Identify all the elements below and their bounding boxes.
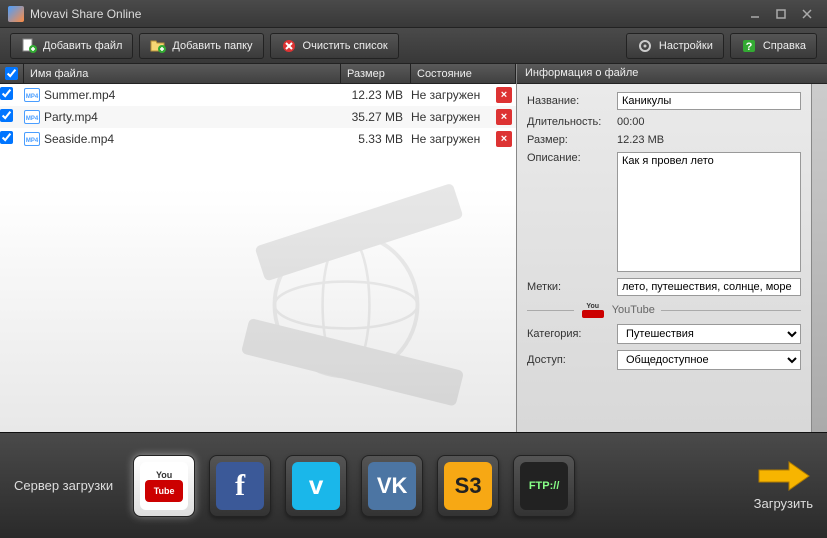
mp4-icon: MP4 <box>24 132 40 146</box>
header-name[interactable]: Имя файла <box>24 64 341 83</box>
info-header: Информация о файле <box>517 64 827 84</box>
upload-arrow-icon <box>755 460 811 492</box>
server-vimeo-button[interactable]: v <box>285 455 347 517</box>
file-size: 12.23 MB <box>341 88 411 102</box>
file-checkbox[interactable] <box>0 87 13 100</box>
info-panel: Информация о файле Название: Длительност… <box>517 64 827 432</box>
access-select[interactable]: Общедоступное <box>617 350 801 370</box>
youtube-mini-icon: You <box>580 302 606 318</box>
header-check[interactable] <box>0 64 24 83</box>
s3-icon: S3 <box>444 462 492 510</box>
ftp-icon: FTP:// <box>520 462 568 510</box>
delete-file-button[interactable]: × <box>496 87 512 103</box>
settings-button[interactable]: Настройки <box>626 33 724 59</box>
tags-label: Метки: <box>527 281 609 293</box>
server-ftp-button[interactable]: FTP:// <box>513 455 575 517</box>
table-row[interactable]: MP4 Party.mp4 35.27 MB Не загружен × <box>0 106 516 128</box>
server-facebook-button[interactable]: f <box>209 455 271 517</box>
upload-button[interactable]: Загрузить <box>754 460 813 511</box>
category-label: Категория: <box>527 328 609 340</box>
file-list: MP4 Summer.mp4 12.23 MB Не загружен × MP4 P… <box>0 84 516 432</box>
svg-text:?: ? <box>745 41 752 53</box>
add-file-button[interactable]: Добавить файл <box>10 33 133 59</box>
settings-label: Настройки <box>659 40 713 52</box>
help-icon: ? <box>741 38 757 54</box>
add-file-icon <box>21 38 37 54</box>
clear-list-button[interactable]: Очистить список <box>270 33 399 59</box>
server-s3-button[interactable]: S3 <box>437 455 499 517</box>
duration-label: Длительность: <box>527 116 609 128</box>
info-scrollbar[interactable] <box>811 84 827 432</box>
gear-icon <box>637 38 653 54</box>
file-status: Не загружен <box>411 110 480 124</box>
youtube-section-divider: You YouTube <box>527 302 801 318</box>
help-label: Справка <box>763 40 806 52</box>
facebook-icon: f <box>216 462 264 510</box>
vimeo-icon: v <box>292 462 340 510</box>
file-name: Summer.mp4 <box>44 88 115 102</box>
file-name: Party.mp4 <box>44 110 98 124</box>
file-checkbox[interactable] <box>0 109 13 122</box>
file-status: Не загружен <box>411 132 480 146</box>
close-button[interactable] <box>795 5 819 23</box>
info-body: Название: Длительность: 00:00 Размер: 12… <box>517 84 811 432</box>
clear-list-label: Очистить список <box>303 40 388 52</box>
access-label: Доступ: <box>527 354 609 366</box>
watermark-image <box>216 162 476 422</box>
youtube-section-label: YouTube <box>612 304 655 316</box>
title-input[interactable] <box>617 92 801 110</box>
vk-icon: VK <box>368 462 416 510</box>
app-icon <box>8 6 24 22</box>
duration-value: 00:00 <box>617 116 801 128</box>
tags-input[interactable] <box>617 278 801 296</box>
header-status[interactable]: Состояние <box>411 64 516 83</box>
server-label: Сервер загрузки <box>14 478 113 493</box>
delete-file-button[interactable]: × <box>496 109 512 125</box>
minimize-button[interactable] <box>743 5 767 23</box>
upload-label: Загрузить <box>754 496 813 511</box>
size-value: 12.23 MB <box>617 134 801 146</box>
titlebar: Movavi Share Online <box>0 0 827 28</box>
add-folder-icon <box>150 38 166 54</box>
file-checkbox[interactable] <box>0 131 13 144</box>
file-name: Seaside.mp4 <box>44 132 114 146</box>
server-vk-button[interactable]: VK <box>361 455 423 517</box>
category-select[interactable]: Путешествия <box>617 324 801 344</box>
main-area: Имя файла Размер Состояние MP4 Summer.mp4… <box>0 64 827 432</box>
file-size: 35.27 MB <box>341 110 411 124</box>
mp4-icon: MP4 <box>24 88 40 102</box>
file-size: 5.33 MB <box>341 132 411 146</box>
size-label: Размер: <box>527 134 609 146</box>
app-title: Movavi Share Online <box>30 7 141 21</box>
maximize-button[interactable] <box>769 5 793 23</box>
help-button[interactable]: ? Справка <box>730 33 817 59</box>
table-row[interactable]: MP4 Seaside.mp4 5.33 MB Не загружен × <box>0 128 516 150</box>
bottom-bar: Сервер загрузки You Tube f v VK S3 FTP:/… <box>0 432 827 538</box>
toolbar: Добавить файл Добавить папку Очистить сп… <box>0 28 827 64</box>
mp4-icon: MP4 <box>24 110 40 124</box>
file-column-header: Имя файла Размер Состояние <box>0 64 516 84</box>
header-size[interactable]: Размер <box>341 64 411 83</box>
file-status: Не загружен <box>411 88 480 102</box>
delete-file-button[interactable]: × <box>496 131 512 147</box>
server-youtube-button[interactable]: You Tube <box>133 455 195 517</box>
file-panel: Имя файла Размер Состояние MP4 Summer.mp4… <box>0 64 517 432</box>
table-row[interactable]: MP4 Summer.mp4 12.23 MB Не загружен × <box>0 84 516 106</box>
add-folder-label: Добавить папку <box>172 40 252 52</box>
clear-icon <box>281 38 297 54</box>
description-input[interactable] <box>617 152 801 272</box>
title-label: Название: <box>527 95 609 107</box>
youtube-icon: You Tube <box>140 462 188 510</box>
add-file-label: Добавить файл <box>43 40 122 52</box>
add-folder-button[interactable]: Добавить папку <box>139 33 263 59</box>
description-label: Описание: <box>527 152 609 164</box>
